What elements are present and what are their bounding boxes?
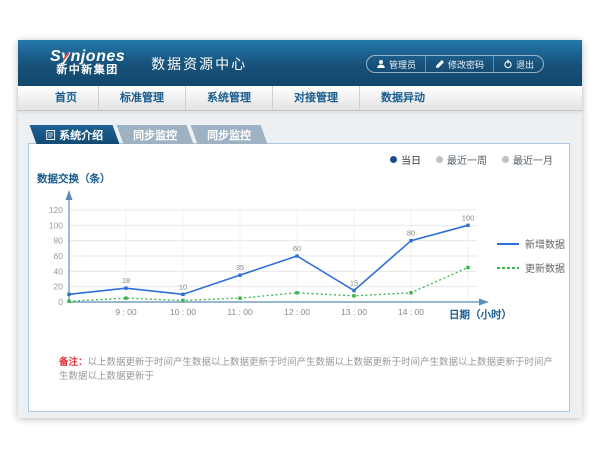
range-label: 最近一月 [513,152,553,167]
app-title: 数据资源中心 [151,54,247,74]
footnote-text: 以上数据更新于时间产生数据以上数据更新于时间产生数据以上数据更新于时间产生数据以… [59,357,553,382]
svg-text:120: 120 [49,205,63,215]
svg-text:80: 80 [54,236,64,246]
tab-bar: 系统介绍 同步监控 同步监控 [33,125,268,144]
svg-text:80: 80 [407,229,415,238]
radio-dot-icon [436,156,443,163]
svg-text:10 : 00: 10 : 00 [170,307,196,317]
range-option-last-week[interactable]: 最近一周 [436,152,487,167]
svg-text:0: 0 [58,297,63,307]
nav-item-home[interactable]: 首页 [34,86,98,110]
synjones-logo: Synjones 新中新集团 [50,49,125,77]
main-nav: 首页 标准管理 系统管理 对接管理 数据异动 [18,86,582,111]
app-window: Synjones 新中新集团 数据资源中心 管理员 修改密码 [18,40,582,418]
svg-text:14 : 00: 14 : 00 [398,307,424,317]
range-label: 当日 [401,152,421,167]
svg-text:100: 100 [462,213,475,222]
legend-item-updated-data[interactable]: 更新数据 [497,260,565,275]
svg-text:40: 40 [54,266,64,276]
svg-text:18: 18 [122,276,130,285]
svg-text:11 : 00: 11 : 00 [227,307,253,317]
line-swatch-dotted [497,267,519,269]
nav-item-interface-mgmt[interactable]: 对接管理 [272,86,359,110]
range-option-last-month[interactable]: 最近一月 [502,152,553,167]
change-password-label: 修改密码 [448,58,484,71]
svg-text:15: 15 [350,279,358,288]
nav-item-data-change[interactable]: 数据异动 [359,86,446,110]
nav-item-standard-mgmt[interactable]: 标准管理 [98,86,185,110]
radio-dot-icon [390,156,397,163]
svg-text:日期（小时）: 日期（小时） [449,308,512,321]
app-header: Synjones 新中新集团 数据资源中心 管理员 修改密码 [18,40,582,86]
svg-text:35: 35 [236,263,244,272]
svg-text:20: 20 [54,282,64,292]
svg-text:10: 10 [179,282,187,291]
svg-text:60: 60 [54,251,64,261]
user-icon [376,59,386,69]
svg-text:9 : 00: 9 : 00 [115,307,137,317]
content-panel: 系统介绍 同步监控 同步监控 当日 最近一周 [28,143,570,412]
svg-text:100: 100 [49,220,63,230]
user-menu: 管理员 修改密码 退出 [366,55,544,73]
tab-system-intro[interactable]: 系统介绍 [30,125,120,144]
svg-text:60: 60 [293,244,301,253]
logo-wordmark: Synjones [50,49,125,64]
logout-button[interactable]: 退出 [493,56,543,72]
line-swatch-solid [497,243,519,245]
tab-sync-monitor-1[interactable]: 同步监控 [117,125,194,144]
power-icon [503,59,513,69]
legend-item-new-data[interactable]: 新增数据 [497,236,565,251]
logo-company-name: 新中新集团 [50,64,125,77]
data-exchange-line-chart: 0 20 40 60 80 100 120 9 : 00 10 : 00 11 : 00 12 : … [29,166,571,324]
range-label: 最近一周 [447,152,487,167]
nav-item-system-mgmt[interactable]: 系统管理 [185,86,272,110]
admin-user-button[interactable]: 管理员 [367,56,425,72]
tab-label: 系统介绍 [59,127,103,143]
radio-dot-icon [502,156,509,163]
time-range-filter: 当日 最近一周 最近一月 [390,152,553,167]
admin-label: 管理员 [389,58,416,71]
edit-icon [435,59,445,69]
chart-legend: 新增数据 更新数据 [497,236,565,275]
footnote: 备注：以上数据更新于时间产生数据以上数据更新于时间产生数据以上数据更新于时间产生… [59,356,559,384]
footnote-label: 备注： [59,357,88,368]
svg-text:12 : 00: 12 : 00 [284,307,310,317]
change-password-button[interactable]: 修改密码 [425,56,493,72]
tab-label: 同步监控 [207,127,251,143]
legend-label: 更新数据 [525,260,565,275]
svg-text:13 : 00: 13 : 00 [341,307,367,317]
logout-label: 退出 [516,58,534,71]
tab-label: 同步监控 [133,127,177,143]
range-option-today[interactable]: 当日 [390,152,421,167]
page: Synjones 新中新集团 数据资源中心 管理员 修改密码 [0,0,600,450]
svg-text:数据交换（条）: 数据交换（条） [36,172,111,185]
document-icon [46,130,55,140]
legend-label: 新增数据 [525,236,565,251]
tab-sync-monitor-2[interactable]: 同步监控 [191,125,268,144]
